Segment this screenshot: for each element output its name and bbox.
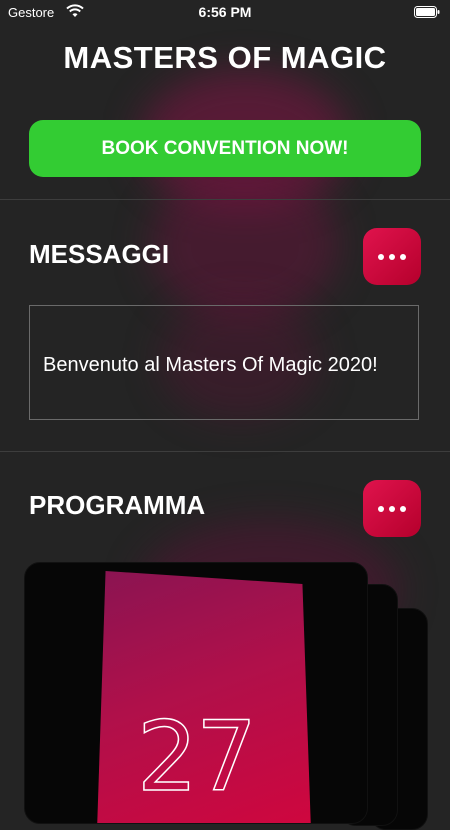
status-time: 6:56 PM: [198, 4, 252, 20]
program-section-title: PROGRAMMA: [29, 490, 206, 520]
message-card[interactable]: Benvenuto al Masters Of Magic 2020!: [29, 305, 419, 420]
more-icon: [378, 253, 384, 260]
program-card-day: 27: [136, 700, 258, 814]
book-convention-button[interactable]: BOOK CONVENTION NOW!: [29, 120, 421, 177]
divider: [0, 451, 450, 452]
more-icon: [378, 505, 384, 512]
program-more-button[interactable]: [363, 480, 421, 537]
messages-more-button[interactable]: [363, 228, 421, 285]
status-bar: Gestore 6:56 PM: [0, 0, 450, 24]
message-text: Benvenuto al Masters Of Magic 2020!: [43, 354, 378, 376]
messages-section-title: MESSAGGI: [29, 239, 170, 269]
battery-icon: [414, 6, 440, 18]
divider: [0, 199, 450, 200]
app-title: MASTERS OF MAGIC: [63, 40, 387, 75]
program-card[interactable]: 27: [24, 562, 368, 824]
